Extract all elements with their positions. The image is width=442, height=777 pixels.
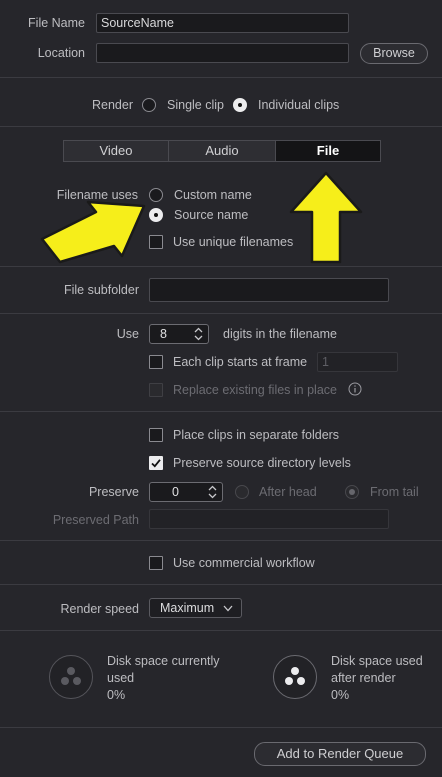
- up-pointing-arrow-icon: [289, 171, 363, 264]
- tab-file[interactable]: File: [275, 140, 381, 162]
- unique-filenames-label: Use unique filenames: [173, 235, 294, 249]
- digits-value: 8: [160, 327, 167, 341]
- each-clip-starts-label: Each clip starts at frame: [173, 355, 308, 369]
- stepper-arrows-icon[interactable]: [194, 327, 203, 341]
- divider: [0, 727, 442, 728]
- render-speed-dropdown[interactable]: Maximum: [149, 598, 242, 618]
- divider: [0, 266, 442, 267]
- preserve-label: Preserve: [88, 485, 139, 499]
- disk-current-line2: used: [107, 671, 135, 685]
- single-clip-radio[interactable]: [142, 98, 156, 112]
- tab-audio[interactable]: Audio: [168, 140, 276, 162]
- render-speed-value: Maximum: [160, 601, 215, 615]
- file-name-label: File Name: [28, 16, 85, 30]
- replace-existing-checkbox[interactable]: [149, 383, 163, 397]
- preserve-source-label: Preserve source directory levels: [173, 456, 351, 470]
- left-pointing-arrow-icon: [40, 200, 146, 264]
- disk-after-percent: 0%: [331, 688, 350, 702]
- divider: [0, 313, 442, 314]
- checkmark-icon: [151, 459, 161, 468]
- location-input[interactable]: [96, 43, 349, 63]
- chevron-down-icon: [223, 605, 233, 612]
- individual-clips-radio[interactable]: [233, 98, 247, 112]
- divider: [0, 126, 442, 127]
- custom-name-label: Custom name: [174, 188, 252, 202]
- digits-suffix-label: digits in the filename: [223, 327, 337, 341]
- render-speed-label: Render speed: [60, 602, 139, 616]
- disk-after-line2: after render: [331, 671, 396, 685]
- disk-after-line1: Disk space used: [331, 654, 423, 668]
- separate-folders-label: Place clips in separate folders: [173, 428, 340, 442]
- disk-current-icon: [49, 655, 93, 699]
- single-clip-label: Single clip: [167, 98, 224, 112]
- location-label: Location: [37, 46, 85, 60]
- file-name-input[interactable]: SourceName: [96, 13, 349, 33]
- preserve-source-checkbox[interactable]: [149, 456, 163, 470]
- divider: [0, 630, 442, 631]
- from-tail-radio[interactable]: [345, 485, 359, 499]
- disk-current-percent: 0%: [107, 688, 126, 702]
- start-frame-input[interactable]: 1: [317, 352, 398, 372]
- individual-clips-label: Individual clips: [258, 98, 340, 112]
- preserve-stepper[interactable]: 0: [149, 482, 223, 502]
- add-to-render-queue-button[interactable]: Add to Render Queue: [254, 742, 426, 766]
- preserved-path-label: Preserved Path: [52, 513, 139, 527]
- file-subfolder-input[interactable]: [149, 278, 389, 302]
- tab-video[interactable]: Video: [63, 140, 169, 162]
- each-clip-starts-checkbox[interactable]: [149, 355, 163, 369]
- stepper-arrows-icon[interactable]: [208, 485, 217, 499]
- from-tail-label: From tail: [370, 485, 419, 499]
- commercial-workflow-checkbox[interactable]: [149, 556, 163, 570]
- after-head-label: After head: [259, 485, 317, 499]
- info-icon[interactable]: [348, 382, 362, 396]
- separate-folders-checkbox[interactable]: [149, 428, 163, 442]
- source-name-label: Source name: [174, 208, 249, 222]
- divider: [0, 584, 442, 585]
- preserved-path-input[interactable]: [149, 509, 389, 529]
- disk-current-line1: Disk space currently: [107, 654, 220, 668]
- render-label: Render: [92, 98, 133, 112]
- disk-after-icon: [273, 655, 317, 699]
- divider: [0, 411, 442, 412]
- divider: [0, 77, 442, 78]
- replace-existing-label: Replace existing files in place: [173, 383, 337, 397]
- browse-button[interactable]: Browse: [360, 43, 428, 64]
- after-head-radio[interactable]: [235, 485, 249, 499]
- file-subfolder-label: File subfolder: [63, 283, 139, 297]
- divider: [0, 540, 442, 541]
- preserve-value: 0: [172, 485, 179, 499]
- commercial-workflow-label: Use commercial workflow: [173, 556, 315, 570]
- digits-stepper[interactable]: 8: [149, 324, 209, 344]
- use-label: Use: [116, 327, 139, 341]
